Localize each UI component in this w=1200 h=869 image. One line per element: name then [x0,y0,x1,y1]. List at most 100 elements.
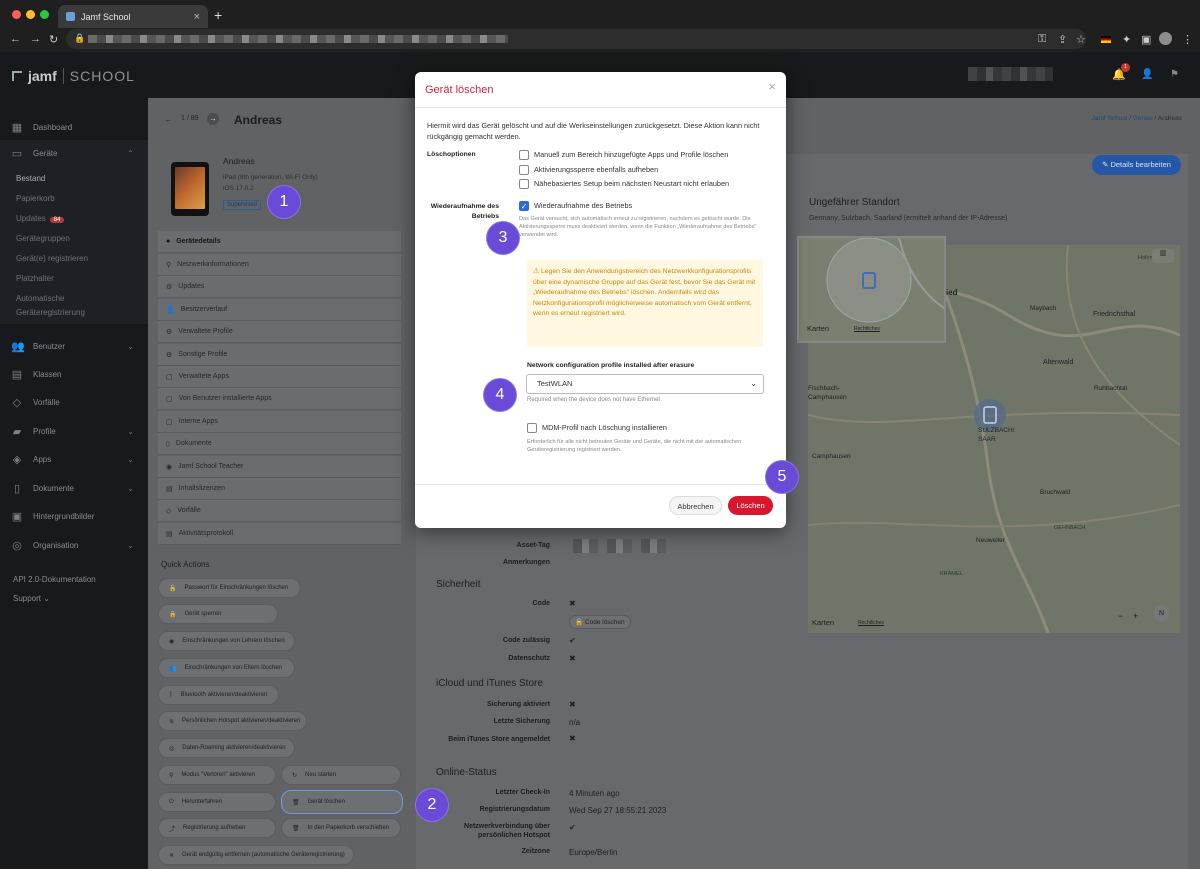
modal-close-icon[interactable]: × [768,79,776,94]
map-legal-link[interactable]: Rechtliches [858,620,884,626]
checkbox-activation-lock[interactable] [519,165,529,175]
api-docs-link[interactable]: API 2.0-Dokumentation [13,575,96,584]
qa-geraet-loeschen[interactable]: 🗑 Gerät löschen [281,790,403,814]
qa-endgueltig-entfernen[interactable]: ✕ Gerät endgültig entfernen (automatische… [158,845,354,865]
breadcrumb-item: Andreas [1157,115,1182,122]
sidebar-sub-papierkorb[interactable]: Papierkorb [16,194,55,203]
qa-label: Neu starten [305,772,337,778]
compass-icon[interactable]: N [1153,605,1170,622]
sidebar-sub-bestand[interactable]: Bestand [16,174,45,183]
qa-registrierung-aufheben[interactable]: ⤴ Registrierung aufheben [158,818,276,838]
qa-geraet-sperren[interactable]: 🔒 Gerät sperren [158,604,278,624]
menu-item-sonstige-profile[interactable]: ⚙ Sonstige Profile [158,344,401,366]
qa-herunterfahren[interactable]: ⏻ Herunterfahren [158,792,276,812]
reload-icon[interactable]: ↻ [49,33,58,46]
qa-passwort-loeschen[interactable]: 🔓 Passwort für Einschränkungen löschen [158,578,301,598]
sidebar-item-vorfaelle[interactable]: ◇ Vorfälle [0,391,148,413]
code-delete-button[interactable]: 🔓 Code löschen [569,615,631,629]
monitor-icon: ▭ [11,147,23,160]
flag-extension-icon[interactable] [1101,36,1111,43]
sidebar-sub-registrieren[interactable]: Gerät(e) registrieren [16,254,88,263]
sidebar-item-hintergrundbilder[interactable]: ▣ Hintergrundbilder [0,505,148,527]
qa-papierkorb[interactable]: 🗑 In den Papierkorb verschieben [281,818,401,838]
breadcrumb-item[interactable]: Geräte [1133,115,1153,122]
menu-item-teacher[interactable]: ◉ Jamf School Teacher [158,456,401,478]
trash-icon: 🗑 [292,799,300,806]
sidebar-item-klassen[interactable]: ▤ Klassen [0,363,148,385]
checkbox-resume[interactable]: ✓ [519,201,529,211]
qa-bluetooth[interactable]: ᛒ Bluetooth aktivieren/deaktivieren [158,685,279,705]
browser-menu-icon[interactable]: ⋮ [1182,33,1193,46]
minimize-window-icon[interactable] [26,10,35,19]
checkbox-mdm-profile[interactable] [527,423,537,433]
prev-device-icon[interactable]: ← [164,114,173,124]
sidebar-item-benutzer[interactable]: 👥 Benutzer ⌄ [0,335,148,357]
map-legal-link[interactable]: Rechtliches [854,326,880,332]
network-profile-select[interactable]: TestWLAN ⌄ [526,374,764,394]
online-title: Online-Status [436,767,497,778]
sidebar-icon[interactable]: ▣ [1141,33,1151,46]
menu-item-label: Inhaltslizenzen [178,485,225,492]
menu-item-dokumente[interactable]: ▯ Dokumente [158,433,401,455]
qa-verloren[interactable]: ⚲ Modus "Verloren" aktivieren [158,765,276,785]
new-tab-button[interactable]: + [214,7,222,23]
extensions-icon[interactable]: ✦ [1122,33,1131,46]
flag-icon[interactable]: ⚑ [1170,69,1179,80]
key-icon[interactable]: ⚿ [1038,33,1046,46]
address-bar[interactable]: 🔒 [66,29,1086,49]
qa-roaming[interactable]: ◎ Daten-Roaming aktivieren/deaktivieren [158,738,295,758]
qa-label: Gerät endgültig entfernen (automatische … [182,852,345,858]
sidebar-sub-automatische[interactable]: Automatische [16,294,64,303]
sidebar-item-geraete[interactable]: ▭ Geräte ⌃ [0,140,148,166]
sidebar-sub-platzhalter[interactable]: Platzhalter [16,274,54,283]
user-icon[interactable]: 👤 [1141,69,1153,80]
qa-eltern-loeschen[interactable]: 👥 Einschränkungen von Eltern löschen [158,658,295,678]
checkbox-proximity-setup[interactable] [519,179,529,189]
checkbox-delete-apps[interactable] [519,150,529,160]
menu-item-verwaltete-apps[interactable]: ▢ Verwaltete Apps [158,366,401,388]
sidebar-item-dokumente[interactable]: ▯ Dokumente ⌄ [0,477,148,499]
qa-neu-starten[interactable]: ↻ Neu starten [281,765,401,785]
share-icon[interactable]: ⇪ [1058,33,1067,46]
sidebar-item-profile[interactable]: ▰ Profile ⌄ [0,420,148,442]
sidebar-item-organisation[interactable]: ◎ Organisation ⌄ [0,534,148,556]
cancel-button[interactable]: Abbrechen [669,496,722,515]
jamf-school-logo[interactable]: jamf SCHOOL [12,68,135,84]
back-icon[interactable]: ← [10,33,21,45]
ipad-screen [175,167,205,209]
menu-item-aktivitaetsprotokoll[interactable]: ▤ Aktivitätsprotokoll [158,523,401,545]
zoom-in-icon[interactable]: + [1133,611,1138,621]
menu-item-geraetedetails[interactable]: ● Gerätedetails [158,231,401,253]
menu-item-interne-apps[interactable]: ▢ Interne Apps [158,411,401,433]
bookmark-star-icon[interactable]: ☆ [1076,33,1086,46]
sidebar-item-apps[interactable]: ◈ Apps ⌄ [0,448,148,470]
location-map[interactable]: Maybach Friedrichsthal Altenwald Fischba… [797,236,1181,634]
menu-item-netzwerk[interactable]: ⚲ Netzwerkinformationen [158,254,401,276]
breadcrumb-item[interactable]: Jamf School [1092,115,1128,122]
sidebar-sub-updates[interactable]: Updates 84 [16,214,65,223]
maximize-window-icon[interactable] [40,10,49,19]
profile-avatar[interactable] [1159,32,1172,45]
qa-hotspot[interactable]: ≋ Persönlichen Hotspot aktivieren/deaktiv… [158,711,307,731]
browser-tab[interactable]: Jamf School × [58,5,208,28]
edit-details-button[interactable]: ✎ Details bearbeiten [1092,155,1181,175]
menu-item-updates[interactable]: ⚙ Updates [158,276,401,298]
support-link[interactable]: Support ⌄ [13,594,50,603]
menu-item-verwaltete-profile[interactable]: ⚙ Verwaltete Profile [158,321,401,343]
next-device-icon[interactable]: → [207,113,219,125]
menu-item-benutzer-apps[interactable]: ▢ Von Benutzer installierte Apps [158,388,401,410]
sidebar-item-dashboard[interactable]: ▦ Dashboard [0,116,148,138]
sidebar-sub-geraeteregistrierung[interactable]: Geräteregistrierung [16,308,85,317]
menu-item-inhaltslizenzen[interactable]: ▤ Inhaltslizenzen [158,478,401,500]
delete-button[interactable]: Löschen [728,496,773,515]
menu-item-besitzerverlauf[interactable]: 👤 Besitzerverlauf [158,299,401,321]
close-window-icon[interactable] [12,10,21,19]
tab-close-icon[interactable]: × [194,11,200,23]
map-layers-icon[interactable]: ▥ [1152,249,1174,263]
zoom-out-icon[interactable]: − [1118,611,1123,621]
menu-item-vorfaelle[interactable]: ◇ Vorfälle [158,500,401,522]
qa-lehrer-loeschen[interactable]: ◉ Einschränkungen von Lehrern löschen [158,631,295,651]
forward-icon[interactable]: → [30,33,41,45]
qa-label: In den Papierkorb verschieben [307,825,390,831]
sidebar-sub-geraetegruppen[interactable]: Gerätegruppen [16,234,70,243]
